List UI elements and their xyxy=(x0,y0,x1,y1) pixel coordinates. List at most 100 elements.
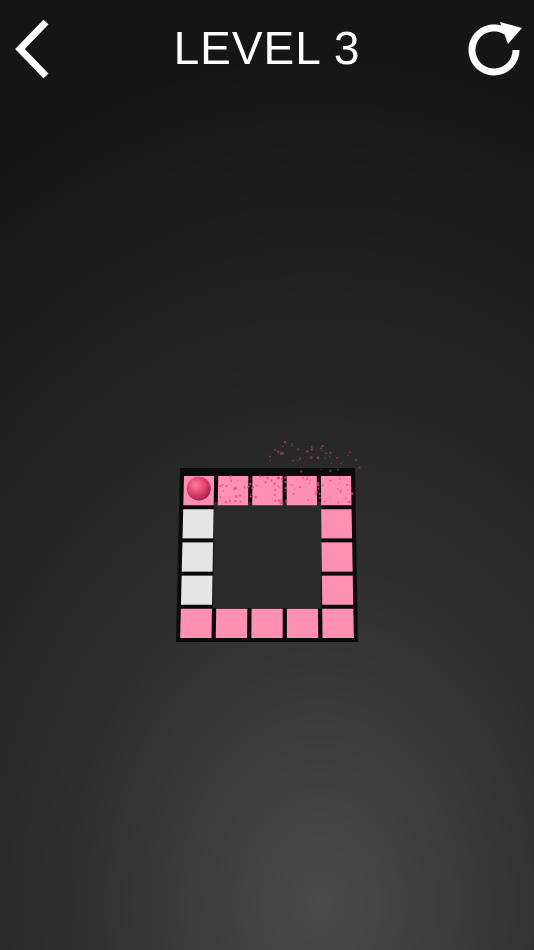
paint-particle xyxy=(279,501,283,505)
paint-particle xyxy=(273,488,277,491)
paint-particle xyxy=(329,451,332,454)
paint-particle xyxy=(340,462,342,465)
paint-particle xyxy=(263,475,265,478)
paint-particle xyxy=(358,466,361,469)
paint-particle xyxy=(229,500,231,503)
paint-particle xyxy=(280,477,284,481)
paint-particle xyxy=(284,480,287,484)
paint-particle xyxy=(347,489,349,491)
paint-particle xyxy=(224,500,228,504)
paint-particle xyxy=(279,451,281,453)
paint-particle xyxy=(259,475,262,478)
unpainted-tile xyxy=(180,575,213,605)
paint-particle xyxy=(297,459,299,462)
paint-particle xyxy=(278,487,281,489)
paint-particle xyxy=(338,477,341,480)
paint-particle xyxy=(324,452,326,455)
paint-particle xyxy=(249,495,252,498)
paint-particle xyxy=(269,455,271,458)
paint-particle xyxy=(320,468,322,471)
paint-particle xyxy=(291,444,293,447)
paint-particle xyxy=(276,476,280,480)
paint-particle xyxy=(248,482,252,486)
paint-particle xyxy=(243,486,246,489)
unpainted-tile xyxy=(182,509,214,539)
paint-particle xyxy=(336,488,339,490)
paint-particle xyxy=(330,462,332,464)
paint-particle xyxy=(328,456,331,458)
paint-particle xyxy=(314,490,318,494)
paint-particle xyxy=(329,469,332,473)
paint-particle xyxy=(299,457,302,460)
paint-particle xyxy=(350,487,353,490)
paint-particle xyxy=(305,450,309,453)
paint-particle xyxy=(310,448,314,451)
paint-particle xyxy=(324,457,326,459)
paint-particle xyxy=(233,488,235,491)
paint-particle xyxy=(354,459,357,461)
paint-particle xyxy=(345,497,348,500)
paint-particle xyxy=(321,444,324,448)
painted-tile xyxy=(321,542,353,572)
paint-particle xyxy=(317,487,320,490)
ball[interactable] xyxy=(186,476,211,501)
paint-particle xyxy=(250,493,252,496)
painted-tile xyxy=(286,608,319,639)
paint-particle xyxy=(347,500,351,504)
paint-particle xyxy=(329,479,332,482)
paint-particle xyxy=(306,476,309,479)
painted-tile xyxy=(321,575,354,605)
painted-tile xyxy=(286,475,318,506)
paint-particle xyxy=(347,454,349,456)
paint-particle xyxy=(316,483,320,487)
paint-particle xyxy=(251,485,255,489)
paint-particle xyxy=(305,478,308,481)
paint-particle xyxy=(274,448,277,451)
paint-particle xyxy=(225,485,228,488)
painted-tile xyxy=(217,475,249,506)
paint-particle xyxy=(291,442,293,445)
paint-particle xyxy=(219,495,222,499)
paint-particle xyxy=(234,494,238,498)
paint-particle xyxy=(277,499,281,502)
paint-particle xyxy=(330,498,332,501)
paint-particle xyxy=(264,480,267,484)
paint-particle xyxy=(269,459,272,462)
painted-tile xyxy=(215,608,248,639)
paint-particle xyxy=(296,448,299,451)
paint-particle xyxy=(229,476,232,479)
paint-particle xyxy=(321,484,324,487)
paint-particle xyxy=(308,482,311,485)
paint-particle xyxy=(266,476,269,480)
paint-particle xyxy=(274,499,277,503)
paint-particle xyxy=(292,493,295,496)
paint-particle xyxy=(299,470,303,473)
paint-particle xyxy=(277,485,280,488)
paint-particle xyxy=(346,483,349,486)
paint-particle xyxy=(283,476,286,479)
painted-tile xyxy=(180,608,212,639)
paint-particle xyxy=(270,479,273,483)
paint-particle xyxy=(335,456,338,459)
paint-particle xyxy=(318,496,322,499)
paint-particle xyxy=(337,501,340,504)
paint-particle xyxy=(273,482,276,485)
paint-particle xyxy=(283,440,287,444)
paint-particle xyxy=(351,493,353,495)
paint-particle xyxy=(239,500,242,503)
paint-particle xyxy=(338,482,340,484)
paint-particle xyxy=(339,489,342,492)
paint-particle xyxy=(284,500,288,503)
painted-tile xyxy=(322,608,354,639)
paint-particle xyxy=(277,451,279,454)
paint-particle xyxy=(323,500,327,503)
paint-particle xyxy=(230,480,232,483)
paint-particle xyxy=(325,452,328,454)
paint-particle xyxy=(234,499,237,503)
paint-particle xyxy=(320,447,323,450)
paint-particle xyxy=(336,468,339,471)
painted-tile xyxy=(251,608,283,639)
paint-particle xyxy=(281,451,285,455)
paint-particle xyxy=(309,479,311,482)
paint-particle xyxy=(292,459,294,462)
